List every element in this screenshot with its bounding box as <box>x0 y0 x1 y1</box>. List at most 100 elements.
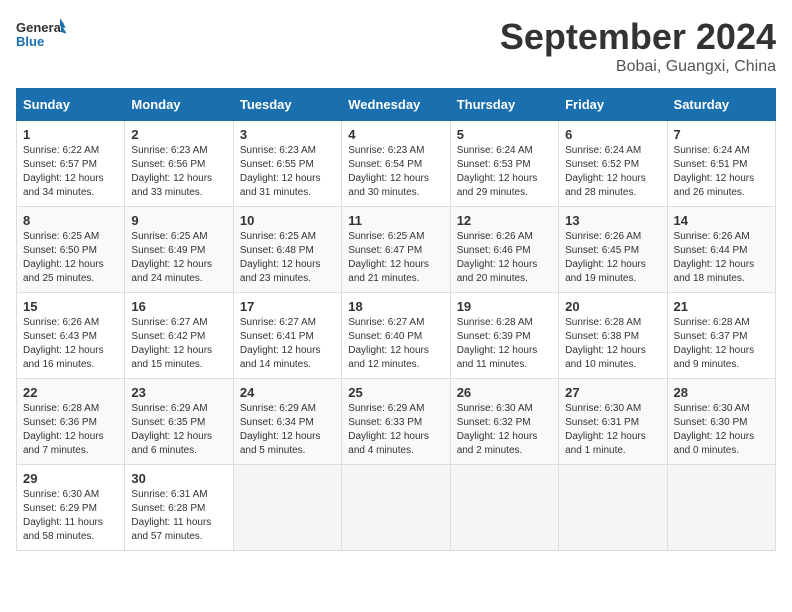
day-number: 13 <box>565 213 660 228</box>
day-cell: 3 Sunrise: 6:23 AMSunset: 6:55 PMDaylight… <box>233 121 341 207</box>
page-header: General Blue September 2024 Bobai, Guang… <box>16 16 776 76</box>
day-info: Sunrise: 6:26 AMSunset: 6:45 PMDaylight:… <box>565 230 660 286</box>
day-cell: 19 Sunrise: 6:28 AMSunset: 6:39 PMDayligh… <box>450 293 558 379</box>
day-cell: 11 Sunrise: 6:25 AMSunset: 6:47 PMDayligh… <box>342 207 450 293</box>
week-row-3: 15 Sunrise: 6:26 AMSunset: 6:43 PMDayligh… <box>17 293 776 379</box>
calendar-header-row: SundayMondayTuesdayWednesdayThursdayFrid… <box>17 89 776 121</box>
day-cell: 17 Sunrise: 6:27 AMSunset: 6:41 PMDayligh… <box>233 293 341 379</box>
day-number: 22 <box>23 385 118 400</box>
day-number: 7 <box>674 127 769 142</box>
day-info: Sunrise: 6:23 AMSunset: 6:55 PMDaylight:… <box>240 144 335 200</box>
day-cell <box>559 465 667 551</box>
day-cell <box>233 465 341 551</box>
day-cell: 1 Sunrise: 6:22 AMSunset: 6:57 PMDaylight… <box>17 121 125 207</box>
day-number: 10 <box>240 213 335 228</box>
day-info: Sunrise: 6:27 AMSunset: 6:41 PMDaylight:… <box>240 316 335 372</box>
day-info: Sunrise: 6:25 AMSunset: 6:50 PMDaylight:… <box>23 230 118 286</box>
day-cell <box>450 465 558 551</box>
day-number: 23 <box>131 385 226 400</box>
day-info: Sunrise: 6:24 AMSunset: 6:52 PMDaylight:… <box>565 144 660 200</box>
day-cell: 4Sunrise: 6:23 AMSunset: 6:54 PMDaylight… <box>342 121 450 207</box>
day-number: 12 <box>457 213 552 228</box>
day-info: Sunrise: 6:28 AMSunset: 6:38 PMDaylight:… <box>565 316 660 372</box>
day-number: 20 <box>565 299 660 314</box>
header-saturday: Saturday <box>667 89 775 121</box>
day-cell: 24 Sunrise: 6:29 AMSunset: 6:34 PMDayligh… <box>233 379 341 465</box>
day-cell: 14 Sunrise: 6:26 AMSunset: 6:44 PMDayligh… <box>667 207 775 293</box>
day-number: 26 <box>457 385 552 400</box>
day-number: 16 <box>131 299 226 314</box>
day-cell: 13 Sunrise: 6:26 AMSunset: 6:45 PMDayligh… <box>559 207 667 293</box>
day-info: Sunrise: 6:28 AMSunset: 6:36 PMDaylight:… <box>23 402 118 458</box>
day-number: 6 <box>565 127 660 142</box>
day-cell <box>342 465 450 551</box>
day-number: 24 <box>240 385 335 400</box>
day-info: Sunrise: 6:22 AMSunset: 6:57 PMDaylight:… <box>23 144 118 200</box>
day-cell: 9 Sunrise: 6:25 AMSunset: 6:49 PMDaylight… <box>125 207 233 293</box>
day-number: 8 <box>23 213 118 228</box>
day-info: Sunrise: 6:31 AMSunset: 6:28 PMDaylight:… <box>131 488 226 544</box>
day-number: 11 <box>348 213 443 228</box>
day-info: Sunrise: 6:30 AMSunset: 6:29 PMDaylight:… <box>23 488 118 544</box>
day-number: 5 <box>457 127 552 142</box>
day-info: Sunrise: 6:26 AMSunset: 6:46 PMDaylight:… <box>457 230 552 286</box>
day-cell: 30Sunrise: 6:31 AMSunset: 6:28 PMDayligh… <box>125 465 233 551</box>
day-number: 17 <box>240 299 335 314</box>
day-number: 2 <box>131 127 226 142</box>
day-number: 28 <box>674 385 769 400</box>
day-info: Sunrise: 6:25 AMSunset: 6:47 PMDaylight:… <box>348 230 443 286</box>
day-cell: 6 Sunrise: 6:24 AMSunset: 6:52 PMDaylight… <box>559 121 667 207</box>
day-number: 4 <box>348 127 443 142</box>
svg-text:General: General <box>16 20 64 35</box>
header-monday: Monday <box>125 89 233 121</box>
day-info: Sunrise: 6:26 AMSunset: 6:44 PMDaylight:… <box>674 230 769 286</box>
day-cell: 26Sunrise: 6:30 AMSunset: 6:32 PMDayligh… <box>450 379 558 465</box>
day-cell: 22 Sunrise: 6:28 AMSunset: 6:36 PMDayligh… <box>17 379 125 465</box>
day-number: 29 <box>23 471 118 486</box>
day-info: Sunrise: 6:25 AMSunset: 6:48 PMDaylight:… <box>240 230 335 286</box>
day-cell: 12 Sunrise: 6:26 AMSunset: 6:46 PMDayligh… <box>450 207 558 293</box>
day-number: 15 <box>23 299 118 314</box>
day-number: 25 <box>348 385 443 400</box>
week-row-1: 1 Sunrise: 6:22 AMSunset: 6:57 PMDaylight… <box>17 121 776 207</box>
day-info: Sunrise: 6:28 AMSunset: 6:37 PMDaylight:… <box>674 316 769 372</box>
day-cell <box>667 465 775 551</box>
svg-text:Blue: Blue <box>16 34 44 49</box>
day-info: Sunrise: 6:23 AMSunset: 6:56 PMDaylight:… <box>131 144 226 200</box>
day-cell: 20 Sunrise: 6:28 AMSunset: 6:38 PMDayligh… <box>559 293 667 379</box>
day-info: Sunrise: 6:29 AMSunset: 6:34 PMDaylight:… <box>240 402 335 458</box>
day-info: Sunrise: 6:27 AMSunset: 6:40 PMDaylight:… <box>348 316 443 372</box>
day-info: Sunrise: 6:24 AMSunset: 6:53 PMDaylight:… <box>457 144 552 200</box>
day-info: Sunrise: 6:29 AMSunset: 6:35 PMDaylight:… <box>131 402 226 458</box>
day-cell: 8 Sunrise: 6:25 AMSunset: 6:50 PMDaylight… <box>17 207 125 293</box>
title-area: September 2024 Bobai, Guangxi, China <box>500 16 776 76</box>
day-cell: 21 Sunrise: 6:28 AMSunset: 6:37 PMDayligh… <box>667 293 775 379</box>
calendar-table: SundayMondayTuesdayWednesdayThursdayFrid… <box>16 88 776 551</box>
header-friday: Friday <box>559 89 667 121</box>
header-wednesday: Wednesday <box>342 89 450 121</box>
day-number: 14 <box>674 213 769 228</box>
day-cell: 2 Sunrise: 6:23 AMSunset: 6:56 PMDaylight… <box>125 121 233 207</box>
day-info: Sunrise: 6:28 AMSunset: 6:39 PMDaylight:… <box>457 316 552 372</box>
header-sunday: Sunday <box>17 89 125 121</box>
day-info: Sunrise: 6:26 AMSunset: 6:43 PMDaylight:… <box>23 316 118 372</box>
day-cell: 23 Sunrise: 6:29 AMSunset: 6:35 PMDayligh… <box>125 379 233 465</box>
day-cell: 5 Sunrise: 6:24 AMSunset: 6:53 PMDaylight… <box>450 121 558 207</box>
day-number: 1 <box>23 127 118 142</box>
day-number: 21 <box>674 299 769 314</box>
day-cell: 16 Sunrise: 6:27 AMSunset: 6:42 PMDayligh… <box>125 293 233 379</box>
day-number: 19 <box>457 299 552 314</box>
day-info: Sunrise: 6:27 AMSunset: 6:42 PMDaylight:… <box>131 316 226 372</box>
header-thursday: Thursday <box>450 89 558 121</box>
location-title: Bobai, Guangxi, China <box>500 58 776 76</box>
week-row-5: 29 Sunrise: 6:30 AMSunset: 6:29 PMDayligh… <box>17 465 776 551</box>
day-number: 3 <box>240 127 335 142</box>
day-info: Sunrise: 6:25 AMSunset: 6:49 PMDaylight:… <box>131 230 226 286</box>
day-info: Sunrise: 6:24 AMSunset: 6:51 PMDaylight:… <box>674 144 769 200</box>
day-cell: 28Sunrise: 6:30 AMSunset: 6:30 PMDayligh… <box>667 379 775 465</box>
day-number: 9 <box>131 213 226 228</box>
logo-svg: General Blue <box>16 16 66 56</box>
day-cell: 27Sunrise: 6:30 AMSunset: 6:31 PMDayligh… <box>559 379 667 465</box>
day-cell: 29 Sunrise: 6:30 AMSunset: 6:29 PMDayligh… <box>17 465 125 551</box>
day-cell: 7 Sunrise: 6:24 AMSunset: 6:51 PMDaylight… <box>667 121 775 207</box>
